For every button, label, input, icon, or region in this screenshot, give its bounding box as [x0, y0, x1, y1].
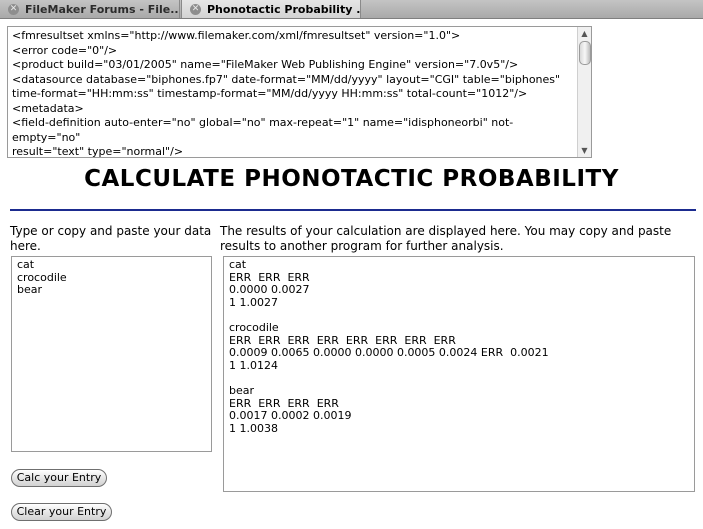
calc-entry-button[interactable]: Calc your Entry	[11, 469, 107, 487]
input-textarea[interactable]: cat crocodile bear	[11, 256, 212, 452]
scroll-up-arrow-icon[interactable]: ▲	[578, 27, 591, 40]
tab-phonotactic-probability[interactable]: ✕ Phonotactic Probability ...	[181, 0, 361, 18]
xml-line: <field-definition auto-enter="no" global…	[12, 116, 514, 144]
xml-line: <metadata>	[12, 101, 84, 115]
input-label: Type or copy and paste your data here.	[10, 224, 212, 253]
input-text: cat crocodile bear	[17, 258, 67, 297]
title-divider	[10, 209, 696, 211]
results-textarea[interactable]: cat ERR ERR ERR 0.0000 0.0027 1 1.0027 c…	[223, 256, 695, 492]
page-title: CALCULATE PHONOTACTIC PROBABILITY	[84, 166, 619, 192]
xml-line: time-format="HH:mm:ss" timestamp-format=…	[12, 87, 528, 100]
tab-filemaker-forums[interactable]: ✕ FileMaker Forums - File...	[0, 0, 180, 18]
xml-output-text: <fmresultset xmlns="http://www.filemaker…	[12, 29, 572, 158]
results-text: cat ERR ERR ERR 0.0000 0.0027 1 1.0027 c…	[229, 258, 549, 435]
xml-line: <product build="03/01/2005" name="FileMa…	[12, 58, 519, 71]
tab-title: FileMaker Forums - File...	[25, 2, 179, 16]
xml-line: <error code="0"/>	[12, 43, 118, 57]
xml-output-textarea[interactable]: <fmresultset xmlns="http://www.filemaker…	[7, 26, 592, 158]
close-icon[interactable]: ✕	[190, 3, 201, 15]
results-label: The results of your calculation are disp…	[220, 224, 672, 253]
xml-line: <fmresultset xmlns="http://www.filemaker…	[12, 29, 461, 42]
browser-tab-bar: ✕ FileMaker Forums - File... ✕ Phonotact…	[0, 0, 703, 19]
scroll-down-arrow-icon[interactable]: ▼	[578, 144, 591, 157]
clear-entry-button[interactable]: Clear your Entry	[11, 503, 112, 521]
xml-line: result="text" type="normal"/>	[12, 145, 184, 158]
xml-line: <datasource database="biphones.fp7" date…	[12, 72, 561, 86]
tab-title: Phonotactic Probability ...	[207, 2, 360, 16]
scrollbar-thumb[interactable]	[579, 41, 591, 65]
close-icon[interactable]: ✕	[8, 3, 19, 15]
xml-scrollbar[interactable]: ▲ ▼	[577, 27, 591, 157]
